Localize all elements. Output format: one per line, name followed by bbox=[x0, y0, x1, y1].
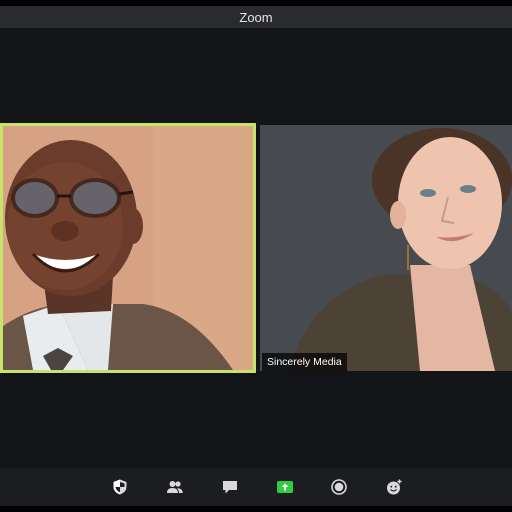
participant-name-label: Sincerely Media bbox=[262, 353, 347, 371]
meeting-toolbar bbox=[0, 468, 512, 506]
chat-icon bbox=[223, 481, 237, 494]
participants-button[interactable] bbox=[164, 476, 186, 498]
record-icon bbox=[331, 479, 347, 495]
participant-video-man bbox=[3, 126, 253, 370]
record-button[interactable] bbox=[328, 476, 350, 498]
zoom-window: Zoom Sincerely Media bbox=[0, 0, 512, 512]
participant-video-tile-active-speaker[interactable] bbox=[0, 123, 256, 373]
title-bar: Zoom bbox=[0, 6, 512, 28]
participants-icon bbox=[167, 481, 183, 493]
security-button[interactable] bbox=[109, 476, 131, 498]
window-bottom-edge bbox=[0, 506, 512, 512]
share-screen-icon bbox=[277, 481, 293, 493]
participant-video-woman bbox=[260, 125, 512, 371]
reactions-icon bbox=[387, 479, 402, 495]
reactions-button[interactable] bbox=[383, 476, 405, 498]
security-shield-icon bbox=[113, 479, 127, 495]
chat-button[interactable] bbox=[219, 476, 241, 498]
participant-video-tile[interactable] bbox=[260, 125, 512, 371]
share-screen-button[interactable] bbox=[274, 476, 296, 498]
window-title: Zoom bbox=[239, 9, 273, 25]
